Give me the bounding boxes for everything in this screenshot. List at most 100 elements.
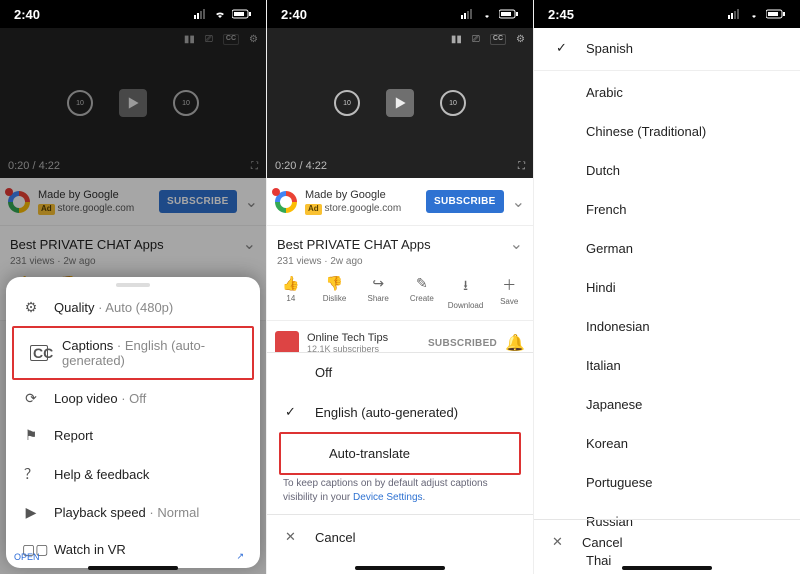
video-title-block[interactable]: Best PRIVATE CHAT Apps ⌄ 231 views · 2w … [267,226,533,269]
vr-row[interactable]: ▢▢ Watch in VR [6,531,260,568]
cancel-row[interactable]: ✕ Cancel [534,520,800,564]
play-button[interactable] [386,89,414,117]
wifi-icon [747,9,761,19]
report-row[interactable]: ⚑ Report [6,417,260,454]
language-row[interactable]: Hindi [534,268,800,307]
language-row[interactable]: Portuguese [534,463,800,502]
home-indicator[interactable] [355,566,445,570]
screenshot-3-language-list: 2:45 ✓ Spanish ArabicChinese (Traditiona… [534,0,800,574]
language-label: French [586,202,626,217]
checkmark-icon: ✓ [556,40,572,56]
subscribed-state[interactable]: SUBSCRIBED [428,338,497,349]
language-row[interactable]: Japanese [534,385,800,424]
language-row[interactable]: Arabic [534,73,800,112]
save-button[interactable]: ＋Save [487,275,531,310]
status-time: 2:40 [14,7,40,22]
subscribe-button[interactable]: SUBSCRIBE [426,190,504,213]
captions-row[interactable]: CC Captions · English (auto-generated) [14,328,252,378]
language-label: Italian [586,358,621,373]
like-button[interactable]: 👍14 [269,275,313,310]
auto-translate-label: Auto-translate [329,446,410,461]
language-label: Chinese (Traditional) [586,124,706,139]
chevron-down-icon[interactable]: ⌄ [510,234,523,254]
sheet-grabber[interactable] [116,283,150,287]
signal-icon [728,9,742,19]
language-row[interactable]: French [534,190,800,229]
quality-value: · Auto (480p) [94,300,173,315]
captions-off-label: Off [315,365,332,380]
captions-hint: To keep captions on by default adjust ca… [267,475,533,514]
loop-icon: ⟳ [22,390,40,407]
loop-row[interactable]: ⟳ Loop video · Off [6,380,260,417]
cancel-row[interactable]: ✕ Cancel [267,515,533,559]
language-label: Japanese [586,397,642,412]
language-label: Dutch [586,163,620,178]
device-settings-link[interactable]: Device Settings [353,492,422,503]
cc-icon: CC [30,345,48,361]
create-icon: ✎ [416,275,428,292]
gear-icon: ⚙ [22,299,40,316]
screenshot-2-captions-sheet: 2:40 ▮▮ ⎚ CC ⚙ 10 10 0:20 [267,0,534,574]
player-time: 0:20 / 4:22 [275,160,327,172]
captions-sheet: Off ✓ English (auto-generated) Auto-tran… [267,352,533,574]
quality-label: Quality [54,300,94,315]
status-icons [461,9,519,19]
language-label: Spanish [586,41,633,56]
cancel-label: Cancel [582,535,622,550]
chevron-down-icon[interactable]: ⌄ [512,192,525,212]
loop-value: · Off [118,391,147,406]
open-external-icon[interactable]: ↗ [236,551,244,562]
channel-name: Online Tech Tips [307,332,388,344]
create-button[interactable]: ✎Create [400,275,444,310]
language-row[interactable]: Italian [534,346,800,385]
dislike-button[interactable]: 👎Dislike [313,275,357,310]
forward-10-icon[interactable]: 10 [440,90,466,116]
language-row[interactable]: Dutch [534,151,800,190]
signal-icon [194,9,208,19]
speed-row[interactable]: ▶ Playback speed · Normal [6,494,260,531]
speed-value: · Normal [146,505,199,520]
actions-row: 👍14 👎Dislike ↪Share ✎Create ⭳Download ＋S… [267,269,533,321]
language-row[interactable]: Chinese (Traditional) [534,112,800,151]
video-title: Best PRIVATE CHAT Apps [277,237,431,252]
bell-icon[interactable]: 🔔 [505,333,525,353]
captions-english-label: English (auto-generated) [315,405,458,420]
quality-row[interactable]: ⚙ Quality · Auto (480p) [6,289,260,326]
help-icon: ？ [22,464,40,484]
thumbs-up-icon: 👍 [282,275,299,292]
language-label: Hindi [586,280,616,295]
home-indicator[interactable] [622,566,712,570]
status-time: 2:40 [281,7,307,22]
rewind-10-icon[interactable]: 10 [334,90,360,116]
report-label: Report [54,428,93,443]
language-label: Arabic [586,85,623,100]
ad-title: Made by Google [305,188,418,202]
share-button[interactable]: ↪Share [356,275,400,310]
language-label: Indonesian [586,319,650,334]
divider [534,70,800,71]
wifi-icon [213,9,227,19]
language-label: Korean [586,436,628,451]
open-link[interactable]: OPEN [14,552,40,562]
auto-translate-row[interactable]: Auto-translate [281,434,519,473]
status-icons [728,9,786,19]
captions-off-row[interactable]: Off [267,353,533,392]
home-indicator[interactable] [88,566,178,570]
captions-english-row[interactable]: ✓ English (auto-generated) [267,392,533,432]
notification-dot-icon [272,188,280,196]
language-row[interactable]: Korean [534,424,800,463]
battery-icon [499,9,519,19]
language-list[interactable]: ✓ Spanish Arabic Chinese (Traditional) Dut… [534,28,800,574]
player-settings-sheet: ⚙ Quality · Auto (480p) CC Captions · En… [6,277,260,568]
ad-row[interactable]: Made by Google Ad store.google.com SUBSC… [267,178,533,226]
language-row-selected[interactable]: ✓ Spanish [534,28,800,68]
language-row[interactable]: German [534,229,800,268]
help-row[interactable]: ？ Help & feedback [6,454,260,494]
language-label: Portuguese [586,475,653,490]
fullscreen-icon[interactable]: ⛶ [518,161,525,172]
loop-label: Loop video [54,391,118,406]
thumbs-down-icon: 👎 [326,275,343,292]
download-button[interactable]: ⭳Download [444,275,488,310]
close-icon: ✕ [552,534,568,550]
language-row[interactable]: Indonesian [534,307,800,346]
